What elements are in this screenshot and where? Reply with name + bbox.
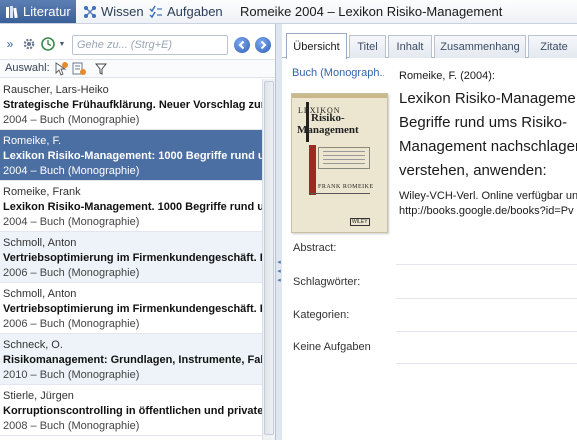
detail-tabs: Übersicht Titel Inhalt Zusammenhang Zita… <box>282 33 577 59</box>
nav-tab-label: Literatur <box>23 4 71 19</box>
nav-tab-label: Wissen <box>101 4 144 19</box>
collapse-icon[interactable]: » <box>4 37 16 51</box>
list-select-icon[interactable] <box>71 61 87 77</box>
citation-title: Lexikon Risiko-Manageme Begriffe rund um… <box>399 87 577 183</box>
list-item-title: Risikomanagement: Grundlagen, Instrument… <box>3 354 262 366</box>
forward-button[interactable] <box>255 37 271 53</box>
list-item[interactable]: Schmoll, Anton Vertriebsoptimierung im Fi… <box>0 283 262 334</box>
reference-list: Rauscher, Lars-Heiko Strategische Frühauf… <box>0 79 262 440</box>
list-item-title: Lexikon Risiko-Management. 1000 Begriffe… <box>3 201 262 213</box>
list-item-meta: 2006 – Buch (Monographie) <box>3 318 140 330</box>
list-item[interactable]: Romeike, Frank Lexikon Risiko-Management.… <box>0 181 262 232</box>
tab-zitate[interactable]: Zitate <box>528 35 577 58</box>
window-title: Romeike 2004 – Lexikon Risiko-Management <box>240 4 503 19</box>
list-item-meta: 2006 – Buch (Monographie) <box>3 267 140 279</box>
funnel-filter-icon[interactable] <box>94 61 108 77</box>
citation-publisher: Wiley-VCH-Verl. Online verfügbar unt htt… <box>399 189 577 219</box>
citation-title-line: Lexikon Risiko-Manageme <box>399 90 576 107</box>
list-item-title: Lexikon Risiko-Management: 1000 Begriffe… <box>3 150 262 162</box>
keywords-field[interactable]: Schlagwörter: <box>282 267 577 299</box>
list-item-author: Romeike, Frank <box>3 186 81 198</box>
list-item-author: Schneck, O. <box>3 339 63 351</box>
list-item-author: Stierle, Jürgen <box>3 390 74 402</box>
tasks-label: Keine Aufgaben <box>293 341 371 353</box>
list-item-meta: 2004 – Buch (Monographie) <box>3 216 140 228</box>
book-cover-image[interactable]: LEXIKON Risiko- Management FRANK ROMEIKE… <box>291 93 388 233</box>
nav-tab-literatur[interactable]: Literatur <box>0 0 76 23</box>
citation-title-line: Management nachschlager <box>399 138 577 155</box>
abstract-label: Abstract: <box>293 242 337 254</box>
list-scrollbar[interactable] <box>262 79 275 440</box>
arrow-left-icon <box>238 40 245 50</box>
citation-title-line: Begriffe rund ums Risiko- <box>399 114 568 131</box>
list-item-title: Vertriebsoptimierung im Firmenkundengesc… <box>3 252 262 264</box>
select-filter-icon[interactable] <box>53 61 69 77</box>
list-item[interactable]: Schneck, O. Risikomanagement: Grundlagen,… <box>0 334 262 385</box>
tab-uebersicht[interactable]: Übersicht <box>286 33 347 59</box>
citation-publisher-line: Wiley-VCH-Verl. Online verfügbar unt <box>399 190 577 202</box>
list-item[interactable]: Schmoll, Anton Vertriebsoptimierung im Fi… <box>0 232 262 283</box>
list-item[interactable]: Rauscher, Lars-Heiko Strategische Frühauf… <box>0 79 262 130</box>
list-item-author: Schmoll, Anton <box>3 237 77 249</box>
list-item-meta: 2008 – Buch (Monographie) <box>3 420 140 432</box>
checklist-icon <box>149 5 162 18</box>
nav-tab-wissen[interactable]: Wissen <box>78 0 144 23</box>
list-item-author: Schmoll, Anton <box>3 288 77 300</box>
citation-author: Romeike, F. (2004): <box>399 70 495 82</box>
detail-pane: Übersicht Titel Inhalt Zusammenhang Zita… <box>282 24 577 440</box>
citation-title-line: verstehen, anwenden: <box>399 162 547 179</box>
cover-text: Management <box>297 124 359 136</box>
arrow-right-icon <box>260 40 267 50</box>
list-item-title: Vertriebsoptimierung im Firmenkundengesc… <box>3 303 262 315</box>
cover-text: Risiko- <box>311 112 345 124</box>
cover-author: FRANK ROMEIKE <box>318 184 374 190</box>
tab-zusammenhang[interactable]: Zusammenhang <box>434 35 526 58</box>
back-button[interactable] <box>234 37 250 53</box>
nav-tab-aufgaben[interactable]: Aufgaben <box>144 0 226 23</box>
citation-url[interactable]: http://books.google.de/books?id=Pv <box>399 204 577 219</box>
tab-titel[interactable]: Titel <box>349 35 386 58</box>
scrollbar-thumb[interactable] <box>264 81 274 435</box>
list-item[interactable]: Stierle, Jürgen Korruptionscontrolling in… <box>0 385 262 436</box>
abstract-field[interactable]: Abstract: <box>282 233 577 265</box>
reference-list-pane: » ▼ Auswahl: <box>0 24 276 440</box>
nav-tab-label: Aufgaben <box>167 4 223 19</box>
history-icon[interactable] <box>40 36 56 52</box>
top-navigation-bar: Literatur Wissen Aufgaben Romeike 2004 –… <box>0 0 577 24</box>
list-item-meta: 2004 – Buch (Monographie) <box>3 165 140 177</box>
chevron-down-icon[interactable]: ▼ <box>58 39 66 49</box>
cover-publisher-logo: WILEY <box>350 218 370 226</box>
list-item-title: Strategische Frühaufklärung. Neuer Vorsc… <box>3 99 262 111</box>
list-item-author: Romeike, F. <box>3 135 62 147</box>
categories-label: Kategorien: <box>293 309 350 321</box>
list-item[interactable]: Romeike, F. Lexikon Risiko-Management: 10… <box>0 130 262 181</box>
list-item-author: Rauscher, Lars-Heiko <box>3 84 109 96</box>
network-icon <box>84 5 96 18</box>
books-icon <box>6 5 18 18</box>
list-item-meta: 2010 – Buch (Monographie) <box>3 369 140 381</box>
tasks-field[interactable]: Keine Aufgaben <box>282 332 577 364</box>
document-type-link[interactable]: Buch (Monograph... <box>292 67 384 79</box>
filter-label: Auswahl: <box>5 62 50 74</box>
search-input[interactable] <box>72 35 228 55</box>
keywords-label: Schlagwörter: <box>293 276 361 288</box>
list-item-meta: 2004 – Buch (Monographie) <box>3 114 140 126</box>
categories-field[interactable]: Kategorien: <box>282 300 577 332</box>
tab-inhalt[interactable]: Inhalt <box>388 35 432 58</box>
filter-bar: Auswahl: <box>0 59 275 78</box>
gear-icon[interactable] <box>22 37 36 51</box>
list-item-title: Korruptionscontrolling in öffentlichen u… <box>3 405 262 417</box>
list-toolbar: » ▼ <box>0 32 275 58</box>
